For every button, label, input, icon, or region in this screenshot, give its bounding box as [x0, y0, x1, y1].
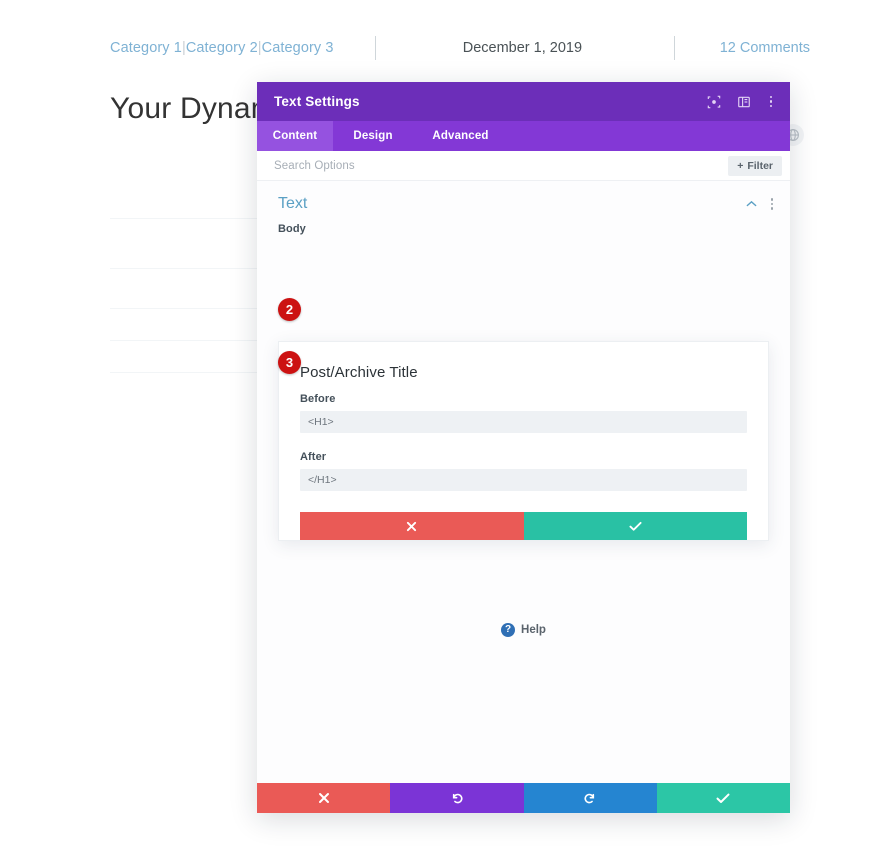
footer-redo-button[interactable]: [523, 783, 657, 813]
dynamic-confirm-button[interactable]: [523, 512, 747, 540]
post-categories: Category 1|Category 2|Category 3: [110, 40, 365, 56]
dynamic-content-inner: Post/Archive Title Before <H1> After </H…: [279, 342, 768, 540]
tab-advanced[interactable]: Advanced: [413, 121, 508, 151]
modal-footer-bar: [257, 783, 790, 813]
footer-save-button[interactable]: [656, 783, 790, 813]
plus-icon: +: [737, 159, 744, 172]
dynamic-content-heading: Post/Archive Title: [300, 364, 418, 381]
category-link-1[interactable]: Category 1: [110, 40, 182, 56]
filter-button-label: Filter: [747, 159, 773, 172]
meta-divider-right: [673, 36, 675, 60]
search-input[interactable]: Search Options: [274, 160, 728, 172]
dynamic-content-actions: [300, 512, 747, 540]
dynamic-content-popup: Post/Archive Title Before <H1> After </H…: [278, 341, 769, 541]
category-link-3[interactable]: Category 3: [262, 40, 334, 56]
meta-divider-left: [375, 36, 376, 60]
step-badge-3: 3: [278, 351, 301, 374]
after-input[interactable]: </H1>: [300, 469, 747, 491]
text-section-header: Text: [257, 181, 790, 219]
step-badge-2: 2: [278, 298, 301, 321]
kebab-menu-icon[interactable]: [766, 94, 776, 110]
screen-root: Category 1|Category 2|Category 3 Decembe…: [0, 0, 880, 857]
section-title: Text: [278, 195, 308, 212]
help-label: Help: [521, 624, 546, 636]
help-link[interactable]: ? Help: [257, 623, 790, 637]
footer-close-button[interactable]: [257, 783, 391, 813]
modal-body: Text Body Post/Archive Title Before <H1>…: [257, 181, 790, 783]
modal-title: Text Settings: [274, 94, 360, 109]
section-actions: [746, 198, 773, 210]
category-link-2[interactable]: Category 2: [186, 40, 258, 56]
chevron-up-icon[interactable]: [746, 198, 758, 210]
field-spacer: [300, 433, 747, 451]
tab-content[interactable]: Content: [257, 121, 333, 151]
search-options-row: Search Options + Filter: [257, 151, 790, 181]
before-label: Before: [300, 393, 336, 405]
before-input[interactable]: <H1>: [300, 411, 747, 433]
tab-design[interactable]: Design: [333, 121, 413, 151]
modal-header-actions: [706, 94, 776, 110]
modal-header: Text Settings: [257, 82, 790, 121]
panel-layout-icon[interactable]: [736, 94, 752, 110]
modal-tab-bar: Content Design Advanced: [257, 121, 790, 151]
post-date: December 1, 2019: [462, 40, 583, 56]
question-mark-icon: ?: [501, 623, 516, 637]
post-comments-link[interactable]: 12 Comments: [720, 40, 810, 56]
post-meta-bar: Category 1|Category 2|Category 3 Decembe…: [110, 33, 810, 63]
footer-undo-button[interactable]: [390, 783, 524, 813]
dynamic-cancel-button[interactable]: [300, 512, 524, 540]
filter-button[interactable]: + Filter: [728, 155, 782, 176]
kebab-menu-icon[interactable]: [770, 198, 773, 210]
focus-target-icon[interactable]: [706, 94, 722, 110]
text-settings-modal: Text Settings Content Design Advanced Se…: [257, 82, 790, 813]
body-field-label: Body: [278, 223, 306, 235]
after-label: After: [300, 451, 327, 463]
